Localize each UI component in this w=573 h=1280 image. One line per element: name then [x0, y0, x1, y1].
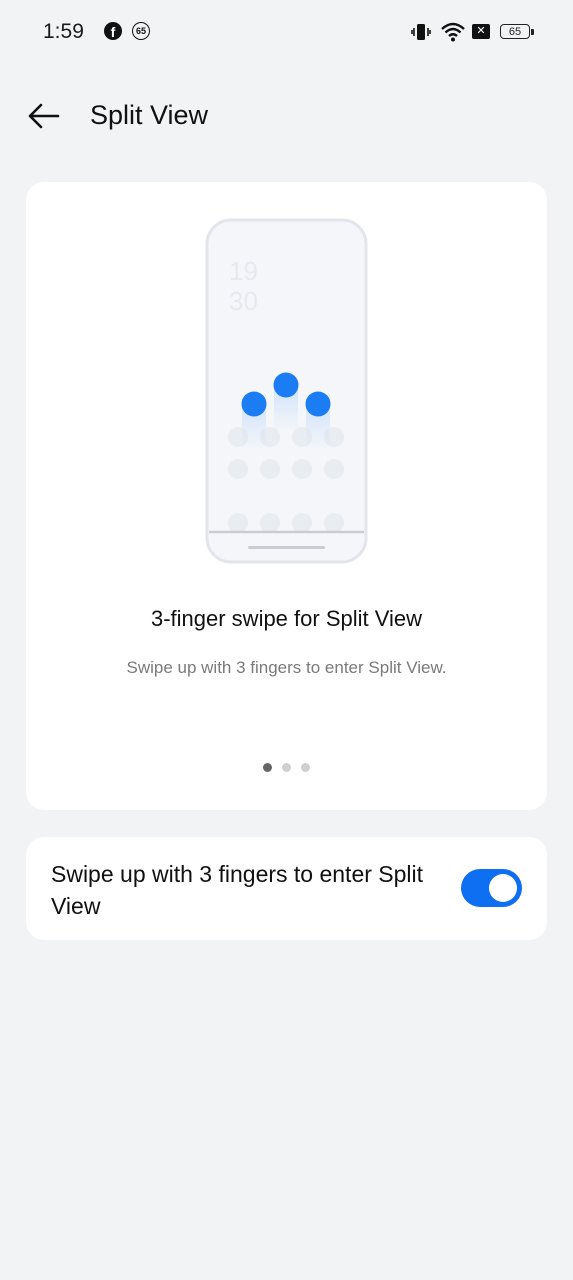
status-bar: 1:59 f 65 ✕ 65	[0, 0, 573, 64]
x-icon: ✕	[472, 24, 490, 39]
illustration-clock-hour: 19	[229, 256, 258, 286]
phone-illustration: 19 30	[205, 218, 368, 564]
battery-cap	[531, 29, 534, 35]
feature-subtitle: Swipe up with 3 fingers to enter Split V…	[126, 658, 447, 677]
notification-badge-icon: 65	[132, 22, 150, 40]
feature-title: 3-finger swipe for Split View	[150, 606, 423, 631]
split-view-toggle[interactable]	[461, 869, 522, 907]
status-time: 1:59	[43, 20, 84, 43]
toggle-knob	[489, 874, 517, 902]
page-indicator	[26, 763, 547, 773]
page-title: Split View	[90, 100, 209, 130]
back-button[interactable]	[22, 94, 66, 138]
illustration-clock-minute: 30	[229, 286, 258, 316]
setting-label: Swipe up with 3 fingers to enter Split V…	[51, 861, 424, 919]
feature-illustration-card[interactable]: 19 30 3-finger swipe for Split View Swip…	[26, 182, 547, 810]
split-view-setting-row[interactable]: Swipe up with 3 fingers to enter Split V…	[26, 837, 547, 940]
page-dot-2[interactable]	[282, 763, 291, 772]
facebook-icon: f	[104, 22, 122, 40]
vibrate-icon	[411, 24, 431, 40]
battery-icon: 65	[500, 24, 530, 39]
arrow-left-icon	[28, 103, 60, 129]
wifi-icon	[441, 22, 465, 42]
page-dot-3[interactable]	[301, 763, 310, 772]
page-dot-1[interactable]	[263, 763, 272, 772]
